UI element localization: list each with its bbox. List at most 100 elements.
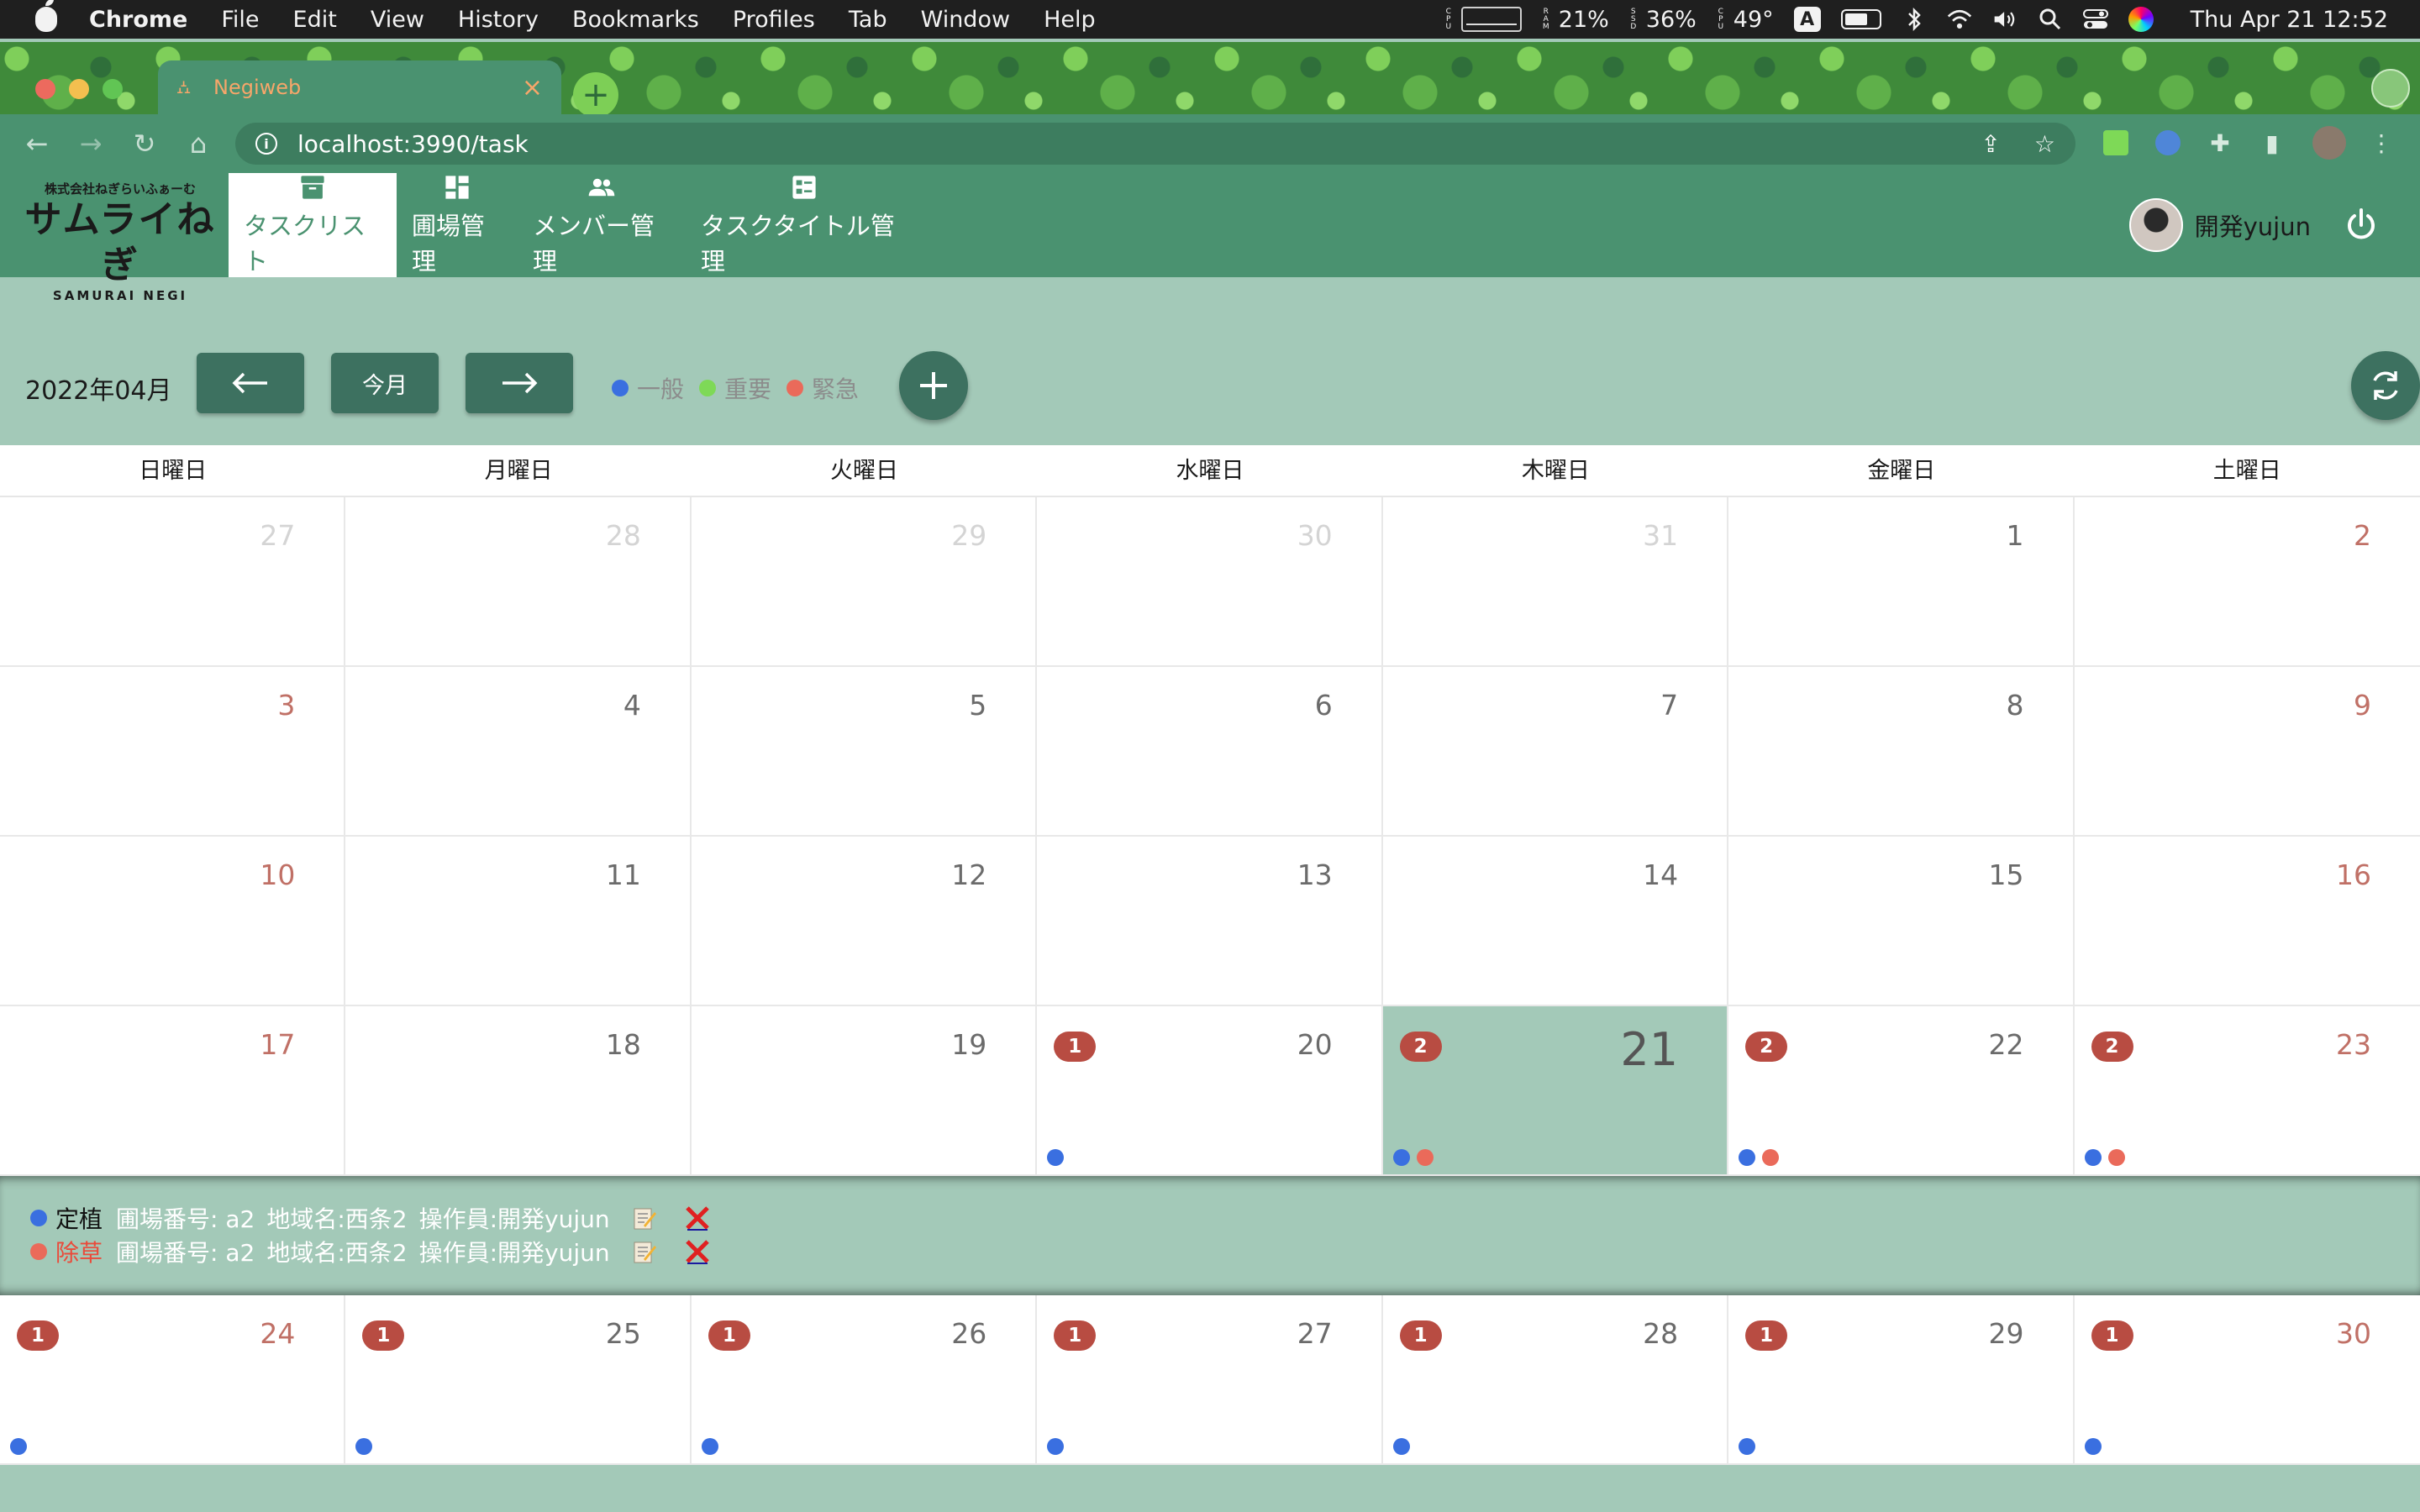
- task-count-badge[interactable]: 1: [1399, 1320, 1442, 1351]
- calendar-day-cell[interactable]: 27 1: [1037, 1295, 1383, 1465]
- refresh-button[interactable]: [2351, 351, 2420, 420]
- calendar-day-cell[interactable]: 1: [1728, 497, 2075, 667]
- calendar-day-cell[interactable]: 25 1: [345, 1295, 692, 1465]
- this-month-button[interactable]: 今月: [331, 353, 439, 413]
- extension-filter-icon[interactable]: [2099, 126, 2133, 160]
- window-close-button[interactable]: [35, 79, 55, 99]
- calendar-day-cell[interactable]: 29 1: [1728, 1295, 2075, 1465]
- nav-task-title-management[interactable]: タスクタイトル管理: [686, 173, 923, 277]
- browser-tab-active[interactable]: ⛼ Negiweb ×: [158, 60, 561, 114]
- ssd-widget[interactable]: SSD 36%: [1629, 7, 1696, 33]
- calendar-day-cell[interactable]: 18: [345, 1006, 692, 1176]
- avatar[interactable]: [2128, 198, 2183, 252]
- calendar-day-cell[interactable]: 31: [1382, 497, 1729, 667]
- task-count-badge[interactable]: 1: [1745, 1320, 1788, 1351]
- calendar-day-cell-today[interactable]: 21 2: [1382, 1006, 1729, 1176]
- menu-help[interactable]: Help: [1044, 7, 1096, 33]
- nav-field-management[interactable]: 圃場管理: [397, 173, 518, 277]
- calendar-day-cell[interactable]: 13: [1037, 837, 1383, 1006]
- menu-app-name[interactable]: Chrome: [89, 7, 187, 33]
- window-maximize-button[interactable]: [103, 79, 123, 99]
- extensions-puzzle-icon[interactable]: ✚: [2203, 126, 2237, 160]
- calendar-day-cell[interactable]: 5: [691, 667, 1038, 837]
- calendar-day-cell[interactable]: 8: [1728, 667, 2075, 837]
- calendar-day-cell[interactable]: 23 2: [2074, 1006, 2420, 1176]
- siri-icon[interactable]: [2128, 7, 2154, 32]
- calendar-day-cell[interactable]: 9: [2074, 667, 2420, 837]
- calendar-day-cell[interactable]: 19: [691, 1006, 1038, 1176]
- bookmark-star-icon[interactable]: ☆: [2034, 130, 2055, 158]
- calendar-day-cell[interactable]: 24 1: [0, 1295, 346, 1465]
- calendar-day-cell[interactable]: 30 1: [2074, 1295, 2420, 1465]
- task-count-badge[interactable]: 1: [2091, 1320, 2133, 1351]
- task-row[interactable]: 定植 圃場番号: a2 地域名:西条2 操作員:開発yujun: [30, 1201, 2420, 1235]
- menu-profiles[interactable]: Profiles: [733, 7, 815, 33]
- calendar-day-cell[interactable]: 3: [0, 667, 346, 837]
- menu-history[interactable]: History: [458, 7, 539, 33]
- address-bar[interactable]: i localhost:3990/task ⇪ ☆: [235, 123, 2075, 165]
- calendar-day-cell[interactable]: 30: [1037, 497, 1383, 667]
- menu-tab[interactable]: Tab: [849, 7, 887, 33]
- add-task-button[interactable]: [899, 351, 968, 420]
- battery-icon[interactable]: [1840, 9, 1881, 29]
- window-minimize-button[interactable]: [69, 79, 89, 99]
- spotlight-search-icon[interactable]: [2038, 7, 2063, 32]
- menu-file[interactable]: File: [221, 7, 259, 33]
- edit-memo-icon[interactable]: [632, 1239, 657, 1264]
- address-url[interactable]: localhost:3990/task: [297, 130, 1947, 158]
- cpu-graph-widget[interactable]: CPU: [1444, 7, 1522, 32]
- task-count-badge[interactable]: 1: [362, 1320, 405, 1351]
- logout-power-icon[interactable]: [2343, 207, 2380, 244]
- tab-search-icon[interactable]: [2371, 69, 2410, 108]
- nav-task-list[interactable]: タスクリスト: [229, 173, 397, 277]
- apple-menu-icon[interactable]: [35, 0, 57, 32]
- reload-icon[interactable]: ↻: [128, 127, 161, 160]
- calendar-day-cell[interactable]: 12: [691, 837, 1038, 1006]
- task-count-badge[interactable]: 1: [708, 1320, 750, 1351]
- samurai-negi-logo[interactable]: 株式会社ねぎらいふぁーむ サムライねぎ SAMURAI NEGI: [20, 180, 220, 303]
- calendar-day-cell[interactable]: 17: [0, 1006, 346, 1176]
- edit-memo-icon[interactable]: [632, 1205, 657, 1231]
- task-count-badge[interactable]: 1: [1054, 1032, 1097, 1062]
- calendar-day-cell[interactable]: 16: [2074, 837, 2420, 1006]
- menu-bookmarks[interactable]: Bookmarks: [572, 7, 699, 33]
- menu-window[interactable]: Window: [921, 7, 1010, 33]
- forward-arrow-icon[interactable]: →: [74, 127, 108, 160]
- tab-close-icon[interactable]: ×: [522, 73, 543, 102]
- share-icon[interactable]: ⇪: [1981, 130, 2000, 158]
- menu-edit[interactable]: Edit: [293, 7, 337, 33]
- calendar-day-cell[interactable]: 2: [2074, 497, 2420, 667]
- chrome-menu-icon[interactable]: ⋮: [2365, 126, 2398, 160]
- menu-view[interactable]: View: [371, 7, 424, 33]
- calendar-day-cell[interactable]: 4: [345, 667, 692, 837]
- calendar-day-cell[interactable]: 28 1: [1382, 1295, 1729, 1465]
- cpu-temp-widget[interactable]: CPU 49°: [1717, 7, 1774, 33]
- delete-x-icon[interactable]: [684, 1238, 711, 1265]
- new-tab-button[interactable]: +: [573, 72, 618, 114]
- task-row[interactable]: 除草 圃場番号: a2 地域名:西条2 操作員:開発yujun: [30, 1235, 2420, 1268]
- calendar-day-cell[interactable]: 27: [0, 497, 346, 667]
- nav-member-management[interactable]: メンバー管理: [518, 173, 686, 277]
- calendar-day-cell[interactable]: 22 2: [1728, 1006, 2075, 1176]
- home-icon[interactable]: ⌂: [182, 127, 215, 160]
- calendar-day-cell[interactable]: 28: [345, 497, 692, 667]
- back-arrow-icon[interactable]: ←: [20, 127, 54, 160]
- volume-icon[interactable]: [1992, 7, 2018, 32]
- extension-compass-icon[interactable]: [2151, 126, 2185, 160]
- task-count-badge[interactable]: 1: [17, 1320, 59, 1351]
- prev-month-button[interactable]: [197, 353, 304, 413]
- task-count-badge[interactable]: 2: [2091, 1032, 2133, 1062]
- ram-widget[interactable]: RAM 21%: [1542, 7, 1609, 33]
- task-count-badge[interactable]: 1: [1054, 1320, 1097, 1351]
- site-info-icon[interactable]: i: [255, 133, 277, 155]
- delete-x-icon[interactable]: [684, 1205, 711, 1231]
- calendar-day-cell[interactable]: 26 1: [691, 1295, 1038, 1465]
- user-menu[interactable]: 開発yujun: [2128, 198, 2380, 252]
- control-center-icon[interactable]: [2082, 7, 2108, 32]
- task-count-badge[interactable]: 2: [1399, 1032, 1442, 1062]
- bluetooth-icon[interactable]: [1902, 7, 1927, 32]
- calendar-day-cell[interactable]: 10: [0, 837, 346, 1006]
- input-source-icon[interactable]: A: [1793, 7, 1821, 32]
- menubar-clock[interactable]: Thu Apr 21 12:52: [2191, 7, 2388, 33]
- wifi-icon[interactable]: [1947, 7, 1972, 32]
